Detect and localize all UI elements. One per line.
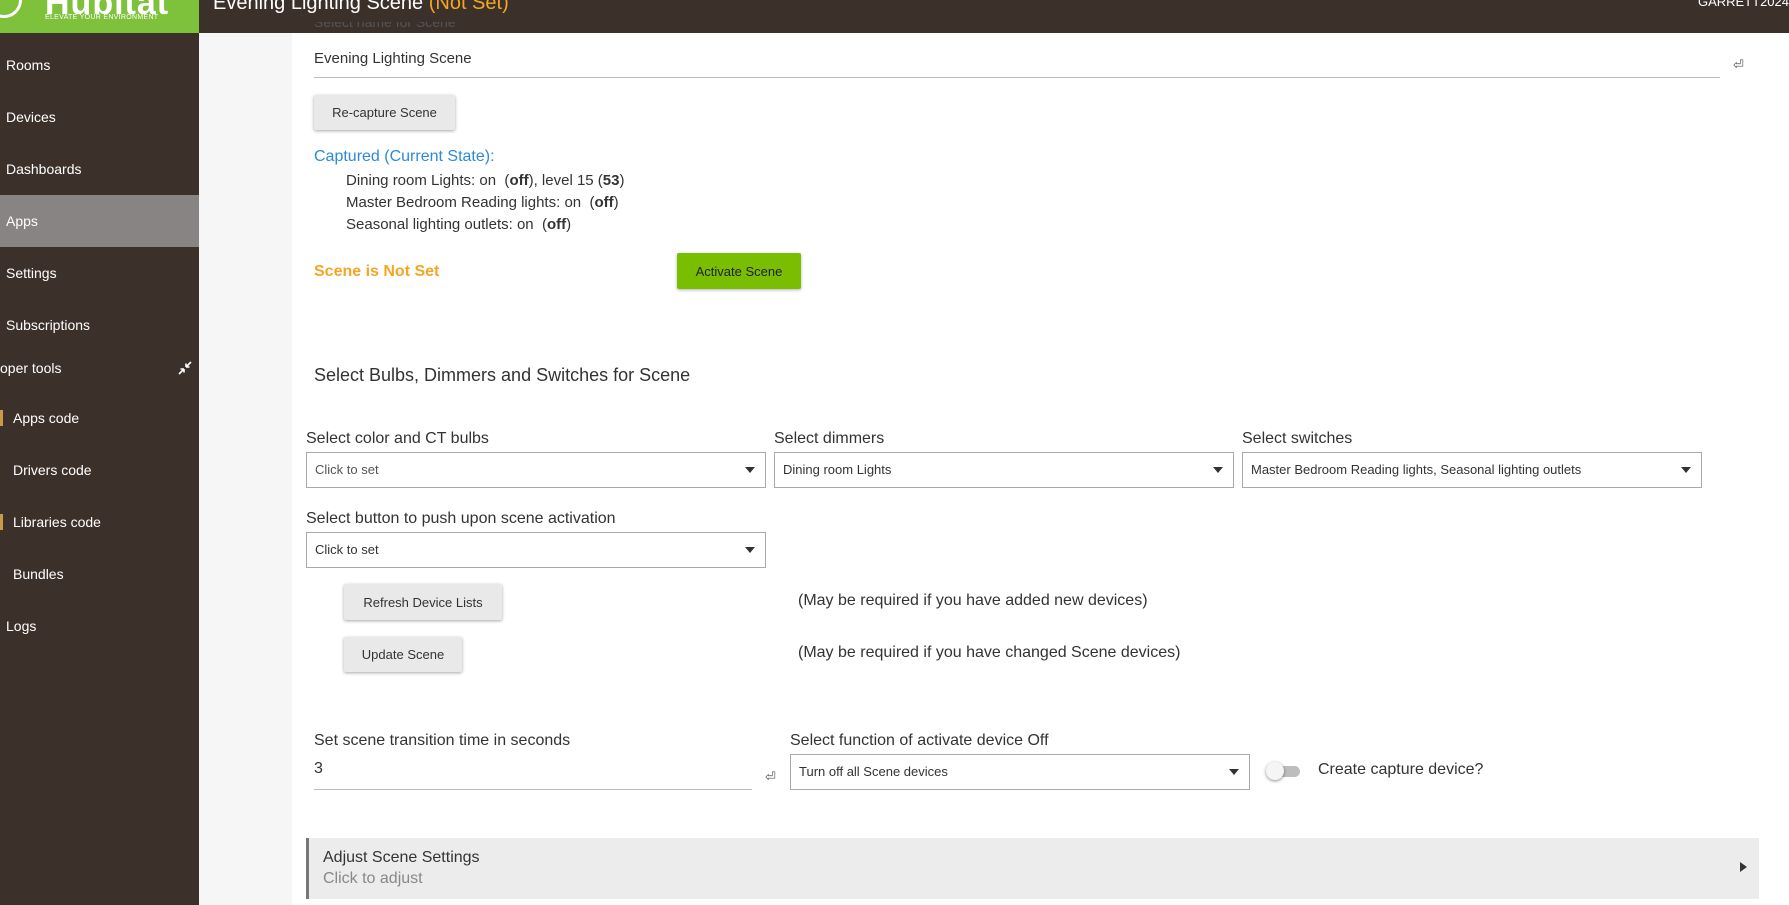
hubitat-logo[interactable]: Hubitat ELEVATE YOUR ENVIRONMENT xyxy=(0,0,199,33)
refresh-device-lists-button[interactable]: Refresh Device Lists xyxy=(344,584,502,620)
sidebar-item-label: Apps code xyxy=(13,410,80,426)
enter-icon: ⏎ xyxy=(1733,57,1744,72)
captured-end: ) xyxy=(619,172,625,189)
sidebar-item-logs[interactable]: Logs xyxy=(0,600,199,652)
logo-mark-icon xyxy=(0,0,22,18)
enter-icon: ⏎ xyxy=(765,769,776,784)
dimmers-select[interactable]: Dining room Lights xyxy=(774,452,1234,488)
sidebar: Hubitat ELEVATE YOUR ENVIRONMENT Rooms D… xyxy=(0,0,199,905)
chevron-down-icon xyxy=(1229,769,1239,775)
captured-suffix: , level 15 ( xyxy=(533,172,603,189)
scene-name-label: Select name for Scene xyxy=(314,22,456,33)
transition-label: Set scene transition time in seconds xyxy=(314,732,571,749)
scene-name-value: Evening Lighting Scene xyxy=(314,50,472,67)
recapture-scene-button[interactable]: Re-capture Scene xyxy=(314,95,455,130)
sidebar-item-settings[interactable]: Settings xyxy=(0,247,199,299)
button-push-label: Select button to push upon scene activat… xyxy=(306,510,616,527)
update-scene-button[interactable]: Update Scene xyxy=(344,637,462,672)
captured-line: Seasonal lighting outlets: on (off) xyxy=(346,216,572,233)
capture-device-toggle[interactable] xyxy=(1266,760,1302,782)
sidebar-item-label: Settings xyxy=(6,265,57,281)
sidebar-item-bundles[interactable]: Bundles xyxy=(0,548,199,600)
chevron-down-icon xyxy=(1681,467,1691,473)
collapse-icon[interactable] xyxy=(177,360,193,376)
sidebar-item-label: Drivers code xyxy=(13,462,92,478)
capture-device-label: Create capture device? xyxy=(1318,761,1484,778)
transition-value: 3 xyxy=(314,760,323,777)
button-push-select[interactable]: Click to set xyxy=(306,532,766,568)
devices-section-title: Select Bulbs, Dimmers and Switches for S… xyxy=(314,365,691,385)
scene-status-badge: (Not Set) xyxy=(428,0,509,14)
activate-scene-button[interactable]: Activate Scene xyxy=(677,253,801,289)
sidebar-item-label: Subscriptions xyxy=(6,317,91,333)
switches-label: Select switches xyxy=(1242,430,1353,447)
dimmers-label: Select dimmers xyxy=(774,430,885,447)
color-bulbs-value: Click to set xyxy=(315,462,379,477)
chevron-down-icon xyxy=(1213,467,1223,473)
scene-status-text: Scene is Not Set xyxy=(314,263,440,280)
off-function-label: Select function of activate device Off xyxy=(790,732,1049,749)
captured-state: off xyxy=(509,172,529,189)
submenu-marker xyxy=(0,410,3,426)
chevron-down-icon xyxy=(745,467,755,473)
page-title-text: Evening Lighting Scene xyxy=(213,0,424,14)
sidebar-item-label: oper tools xyxy=(0,360,62,376)
logo-tagline: ELEVATE YOUR ENVIRONMENT xyxy=(45,14,159,21)
switches-select[interactable]: Master Bedroom Reading lights, Seasonal … xyxy=(1242,452,1702,488)
adjust-title: Adjust Scene Settings xyxy=(323,849,480,866)
sidebar-item-label: Apps xyxy=(6,213,38,229)
adjust-scene-settings-panel[interactable]: Adjust Scene Settings Click to adjust xyxy=(306,838,1759,899)
dimmers-value: Dining room Lights xyxy=(783,462,892,477)
captured-device: Dining room Lights: on xyxy=(346,172,497,189)
off-function-value: Turn off all Scene devices xyxy=(799,764,948,779)
sidebar-item-label: Dashboards xyxy=(6,161,82,177)
captured-title: Captured (Current State): xyxy=(314,148,495,165)
color-bulbs-select[interactable]: Click to set xyxy=(306,452,766,488)
submenu-marker xyxy=(0,514,3,530)
off-function-select[interactable]: Turn off all Scene devices xyxy=(790,754,1250,790)
user-name[interactable]: GARRETT2024 xyxy=(1698,0,1789,9)
sidebar-item-dashboards[interactable]: Dashboards xyxy=(0,143,199,195)
transition-input[interactable]: 3 xyxy=(314,760,752,790)
update-note: (May be required if you have changed Sce… xyxy=(798,644,1181,661)
scene-name-input[interactable]: Evening Lighting Scene xyxy=(314,50,1720,78)
captured-device: Seasonal lighting outlets: on xyxy=(346,216,534,233)
page-title: Evening Lighting Scene (Not Set) xyxy=(213,0,509,15)
chevron-down-icon xyxy=(745,547,755,553)
scene-name-label-text: Select name for Scene xyxy=(314,22,456,30)
button-push-value: Click to set xyxy=(315,542,379,557)
captured-state: off xyxy=(546,216,567,233)
sidebar-item-rooms[interactable]: Rooms xyxy=(0,39,199,91)
refresh-note: (May be required if you have added new d… xyxy=(798,592,1148,609)
sidebar-item-developer-tools[interactable]: oper tools xyxy=(0,342,199,394)
switches-value: Master Bedroom Reading lights, Seasonal … xyxy=(1251,462,1582,477)
captured-line: Dining room Lights: on (off), level 15 (… xyxy=(346,172,625,189)
sidebar-item-apps[interactable]: Apps xyxy=(0,195,199,247)
sidebar-item-label: Logs xyxy=(6,618,37,634)
sidebar-item-devices[interactable]: Devices xyxy=(0,91,199,143)
sidebar-item-label: Libraries code xyxy=(13,514,101,530)
expand-arrow-icon xyxy=(1740,862,1747,872)
sidebar-item-label: Devices xyxy=(6,109,56,125)
sidebar-item-apps-code[interactable]: Apps code xyxy=(0,392,199,444)
sidebar-item-libraries-code[interactable]: Libraries code xyxy=(0,496,199,548)
color-bulbs-label: Select color and CT bulbs xyxy=(306,430,489,447)
sidebar-item-label: Bundles xyxy=(13,566,64,582)
sidebar-item-label: Rooms xyxy=(6,57,51,73)
captured-level: 53 xyxy=(602,172,620,189)
adjust-subtitle: Click to adjust xyxy=(323,870,423,887)
captured-line: Master Bedroom Reading lights: on (off) xyxy=(346,194,619,211)
toggle-knob xyxy=(1266,762,1284,780)
captured-device: Master Bedroom Reading lights: on xyxy=(346,194,582,211)
captured-state: off xyxy=(594,194,614,211)
sidebar-item-drivers-code[interactable]: Drivers code xyxy=(0,444,199,496)
